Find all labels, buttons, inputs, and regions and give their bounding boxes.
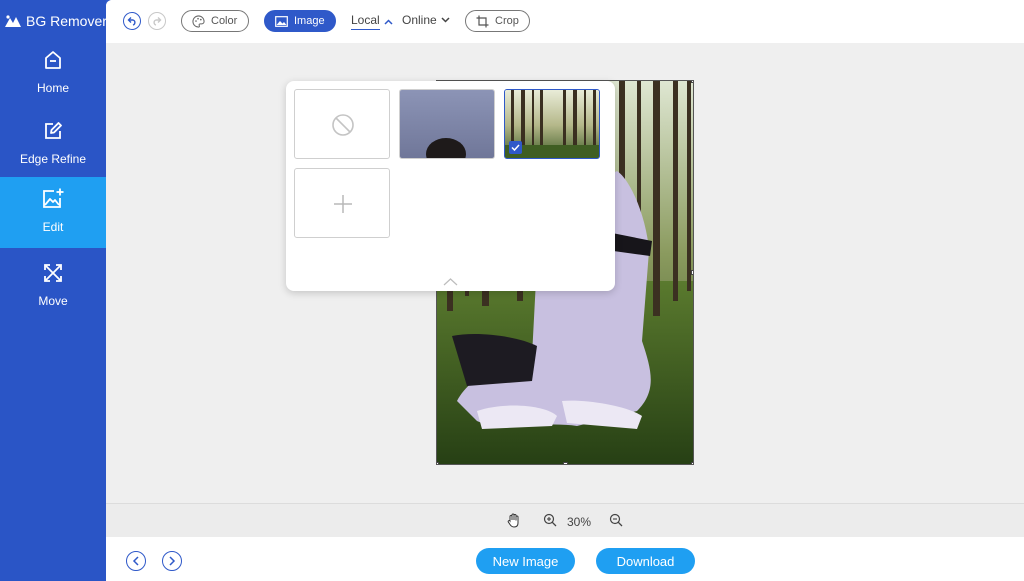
crop-icon xyxy=(476,15,489,27)
resize-handle[interactable] xyxy=(691,462,693,464)
sidebar-item-move[interactable]: Move xyxy=(0,251,106,322)
zoom-in-icon[interactable] xyxy=(543,513,557,527)
new-image-button[interactable]: New Image xyxy=(476,548,575,574)
resize-handle[interactable] xyxy=(691,81,693,83)
sidebar-item-label: Move xyxy=(38,294,68,308)
undo-button[interactable] xyxy=(123,12,141,30)
sidebar-item-label: Home xyxy=(36,81,69,95)
redo-button[interactable] xyxy=(148,12,166,30)
resize-handle[interactable] xyxy=(437,462,439,464)
resize-handle[interactable] xyxy=(691,270,693,275)
main-panel: Color Image Local Online Crop 30% New Im… xyxy=(106,0,1024,581)
footer: New Image Download xyxy=(106,537,1024,581)
background-image-popup xyxy=(286,81,615,291)
background-thumbnail-forest[interactable] xyxy=(504,89,600,159)
zoom-percent: 30% xyxy=(567,515,592,529)
zoom-bar: 30% xyxy=(106,503,1024,537)
home-icon xyxy=(41,48,65,72)
color-button[interactable]: Color xyxy=(181,10,249,32)
canvas-area xyxy=(106,43,1024,503)
image-button[interactable]: Image xyxy=(264,10,336,32)
previous-button[interactable] xyxy=(126,551,146,571)
crop-button[interactable]: Crop xyxy=(465,10,530,32)
tab-online[interactable]: Online xyxy=(402,13,450,27)
sidebar-item-label: Edit xyxy=(42,220,64,234)
edit-square-icon xyxy=(41,119,65,143)
toolbar: Color Image Local Online Crop xyxy=(106,0,1024,43)
image-button-label: Image xyxy=(294,15,325,27)
add-background-button[interactable] xyxy=(294,168,390,238)
collapse-chevron-icon[interactable] xyxy=(443,278,458,286)
background-thumbnail-portrait[interactable] xyxy=(399,89,495,159)
chevron-left-icon xyxy=(132,556,139,566)
palette-icon xyxy=(192,14,205,28)
sidebar-item-edge-refine[interactable]: Edge Refine xyxy=(0,109,106,180)
no-background-option[interactable] xyxy=(294,89,390,159)
tab-local-label: Local xyxy=(351,13,380,30)
selected-check-icon xyxy=(509,141,522,154)
tab-local[interactable]: Local xyxy=(351,13,393,30)
chevron-down-icon xyxy=(441,17,450,23)
sidebar-item-label: Edge Refine xyxy=(19,152,87,166)
zoom-out-icon[interactable] xyxy=(609,513,623,527)
app-title: BG Remover xyxy=(26,13,107,29)
image-icon xyxy=(275,15,288,27)
brand: BG Remover xyxy=(4,10,107,32)
logo-icon xyxy=(5,15,21,27)
plus-icon xyxy=(334,195,352,213)
tab-online-label: Online xyxy=(402,13,437,27)
redo-icon xyxy=(153,17,162,26)
chevron-up-icon xyxy=(384,18,393,25)
download-button[interactable]: Download xyxy=(596,548,695,574)
sidebar-item-home[interactable]: Home xyxy=(0,38,106,109)
arrows-expand-icon xyxy=(41,261,65,285)
sidebar: BG Remover Home Edge Refine Edit Move xyxy=(0,0,107,581)
portrait-thumbnail-image xyxy=(400,90,494,158)
resize-handle[interactable] xyxy=(563,462,568,464)
undo-icon xyxy=(127,17,136,26)
image-plus-icon xyxy=(41,187,65,211)
pan-hand-icon[interactable] xyxy=(507,513,521,528)
chevron-right-icon xyxy=(169,556,176,566)
app-window: BG Remover Home Edge Refine Edit Move Co… xyxy=(0,0,1024,581)
next-button[interactable] xyxy=(162,551,182,571)
color-button-label: Color xyxy=(211,15,238,27)
ban-icon xyxy=(332,114,354,136)
crop-button-label: Crop xyxy=(495,15,519,27)
sidebar-item-edit[interactable]: Edit xyxy=(0,177,106,248)
